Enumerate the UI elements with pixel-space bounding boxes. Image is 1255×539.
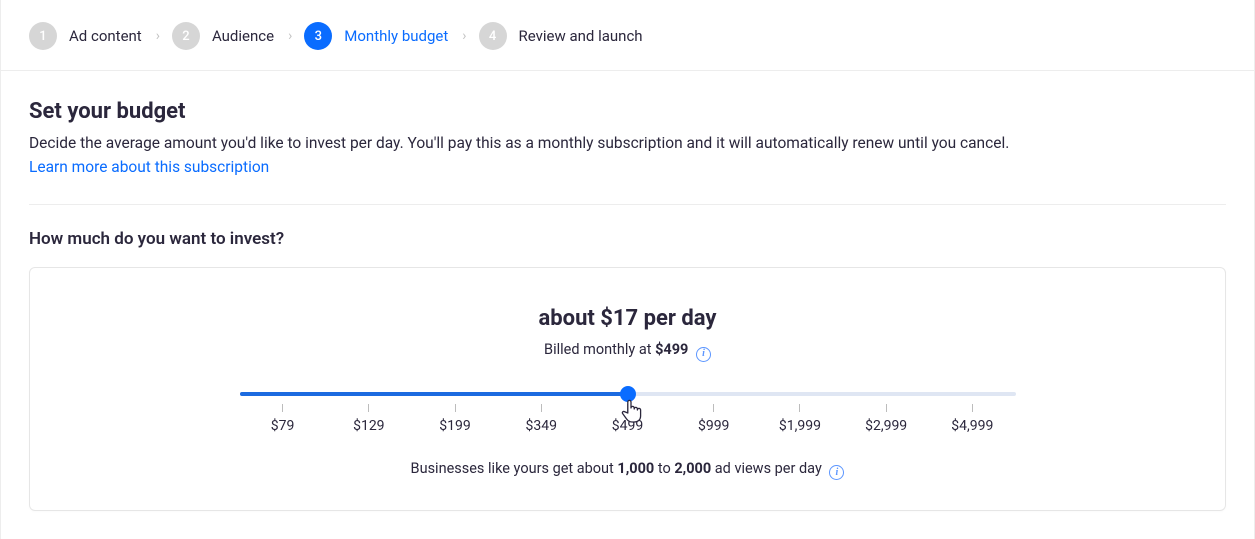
tick-mark — [972, 404, 973, 412]
tick-label: $2,999 — [865, 418, 907, 434]
tick-mark — [799, 404, 800, 412]
tick-mark — [627, 404, 628, 412]
tick[interactable]: $2,999 — [843, 404, 929, 434]
tick[interactable]: $1,999 — [757, 404, 843, 434]
tick-label: $79 — [271, 418, 295, 434]
step-number: 1 — [29, 22, 57, 50]
step-label: Review and launch — [519, 27, 643, 45]
step-monthly-budget[interactable]: 3 Monthly budget › — [304, 22, 466, 50]
tick-mark — [541, 404, 542, 412]
page-subtitle: Decide the average amount you'd like to … — [29, 132, 1226, 155]
step-label: Monthly budget — [344, 27, 448, 45]
step-audience[interactable]: 2 Audience › — [172, 22, 292, 50]
invest-question: How much do you want to invest? — [29, 229, 1226, 249]
step-review-launch[interactable]: 4 Review and launch — [479, 22, 643, 50]
hint-low: 1,000 — [617, 460, 654, 477]
tick-label: $1,999 — [779, 418, 821, 434]
slider-ticks: $79 $129 $199 $349 $499 $999 $1,999 $2,9… — [240, 404, 1016, 434]
tick-mark — [886, 404, 887, 412]
hint-mid: to — [654, 460, 674, 477]
tick-label: $4,999 — [951, 418, 993, 434]
tick[interactable]: $499 — [584, 404, 670, 434]
tick-mark — [713, 404, 714, 412]
slider-track — [240, 392, 1016, 396]
billed-text: Billed monthly at $499 i — [60, 341, 1195, 362]
tick[interactable]: $199 — [412, 404, 498, 434]
tick-label: $999 — [698, 418, 729, 434]
page-title: Set your budget — [29, 99, 1226, 124]
chevron-right-icon: › — [288, 28, 292, 44]
budget-slider[interactable]: $79 $129 $199 $349 $499 $999 $1,999 $2,9… — [240, 392, 1016, 434]
tick[interactable]: $129 — [326, 404, 412, 434]
per-day-text: about $17 per day — [60, 306, 1195, 331]
tick-mark — [455, 404, 456, 412]
billed-amount: $499 — [655, 341, 688, 358]
step-number: 4 — [479, 22, 507, 50]
hint-prefix: Businesses like yours get about — [411, 460, 618, 477]
hint-high: 2,000 — [674, 460, 711, 477]
tick[interactable]: $79 — [240, 404, 326, 434]
tick-label: $129 — [353, 418, 384, 434]
step-number: 3 — [304, 22, 332, 50]
info-icon[interactable]: i — [829, 465, 844, 480]
ad-views-hint: Businesses like yours get about 1,000 to… — [60, 460, 1195, 481]
learn-more-link[interactable]: Learn more about this subscription — [29, 158, 269, 176]
step-ad-content[interactable]: 1 Ad content › — [29, 22, 160, 50]
step-label: Audience — [212, 27, 274, 45]
budget-card: about $17 per day Billed monthly at $499… — [29, 267, 1226, 511]
hint-suffix: ad views per day — [711, 460, 822, 477]
info-icon[interactable]: i — [696, 347, 711, 362]
tick-label: $499 — [612, 418, 643, 434]
stepper: 1 Ad content › 2 Audience › 3 Monthly bu… — [1, 0, 1254, 71]
tick[interactable]: $4,999 — [929, 404, 1015, 434]
step-number: 2 — [172, 22, 200, 50]
tick[interactable]: $999 — [671, 404, 757, 434]
billed-prefix: Billed monthly at — [544, 341, 655, 358]
slider-fill — [240, 392, 628, 396]
content: Set your budget Decide the average amoun… — [1, 71, 1254, 539]
tick-mark — [368, 404, 369, 412]
budget-page: 1 Ad content › 2 Audience › 3 Monthly bu… — [0, 0, 1255, 539]
step-label: Ad content — [69, 27, 142, 45]
chevron-right-icon: › — [462, 28, 466, 44]
tick[interactable]: $349 — [498, 404, 584, 434]
tick-label: $349 — [526, 418, 557, 434]
tick-mark — [282, 404, 283, 412]
divider — [29, 204, 1226, 205]
chevron-right-icon: › — [156, 28, 160, 44]
tick-label: $199 — [439, 418, 470, 434]
slider-thumb[interactable] — [620, 386, 636, 402]
